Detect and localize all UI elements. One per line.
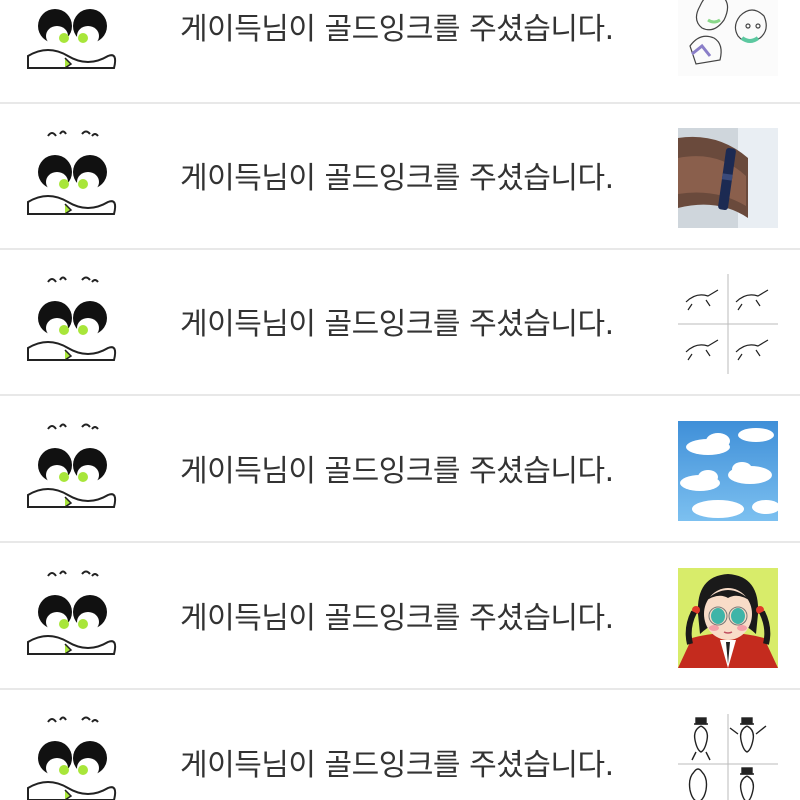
notification-message: 게이득님이 골드잉크를 주셨습니다.	[180, 454, 614, 489]
notification-message: 게이득님이 골드잉크를 주셨습니다.	[180, 601, 614, 636]
thumbnail-sky-clouds[interactable]	[678, 421, 778, 521]
notification-item[interactable]: 게이득님이 골드잉크를 주셨습니다.	[0, 544, 800, 690]
notification-list: 게이득님이 골드잉크를 주셨습니다. 게이득님이 골드잉크를 주셨습니다. 게이…	[0, 0, 800, 800]
notification-item[interactable]: 게이득님이 골드잉크를 주셨습니다.	[0, 0, 800, 104]
avatar[interactable]	[20, 714, 122, 800]
notification-message: 게이득님이 골드잉크를 주셨습니다.	[180, 161, 614, 196]
thumbnail-stick-figure-panels[interactable]	[678, 714, 778, 800]
notification-message: 게이득님이 골드잉크를 주셨습니다.	[180, 307, 614, 342]
notification-item[interactable]: 게이득님이 골드잉크를 주셨습니다.	[0, 397, 800, 543]
notification-message: 게이득님이 골드잉크를 주셨습니다.	[180, 12, 614, 47]
avatar[interactable]	[20, 568, 122, 666]
thumbnail-wristband-photo[interactable]	[678, 128, 778, 228]
notification-item[interactable]: 게이득님이 골드잉크를 주셨습니다.	[0, 690, 800, 800]
row-divider	[0, 394, 800, 396]
thumbnail-sketch-drawing[interactable]	[678, 0, 778, 76]
avatar[interactable]	[20, 274, 122, 372]
avatar[interactable]	[20, 421, 122, 519]
notification-item[interactable]: 게이득님이 골드잉크를 주셨습니다.	[0, 104, 800, 250]
thumbnail-anime-girl-portrait[interactable]	[678, 568, 778, 668]
thumbnail-four-panel-doodle[interactable]	[678, 274, 778, 374]
notification-item[interactable]: 게이득님이 골드잉크를 주셨습니다.	[0, 250, 800, 396]
avatar[interactable]	[20, 0, 122, 80]
avatar[interactable]	[20, 128, 122, 226]
row-divider	[0, 541, 800, 543]
notification-message: 게이득님이 골드잉크를 주셨습니다.	[180, 748, 614, 783]
